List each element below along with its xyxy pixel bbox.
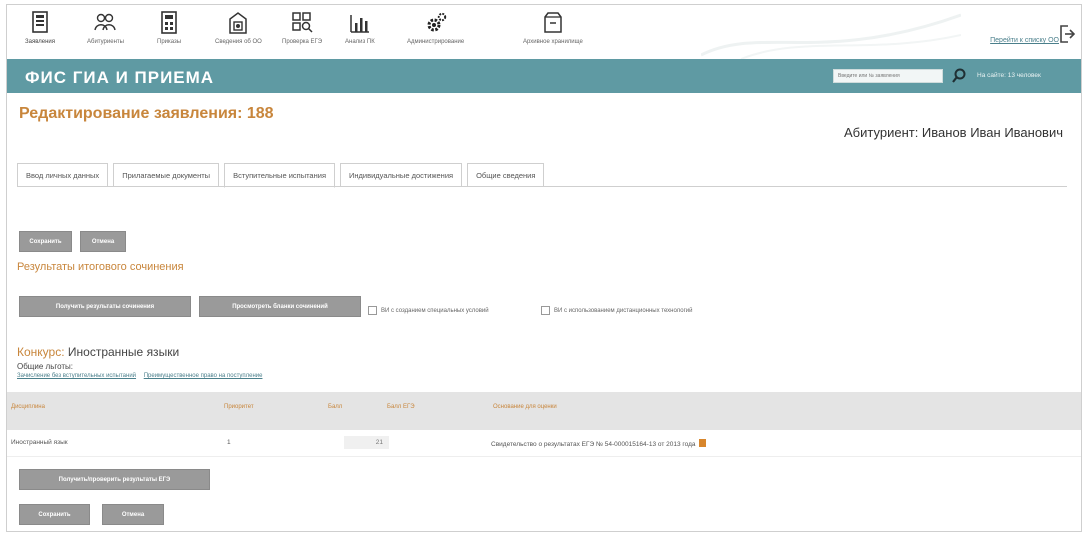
checkbox-box[interactable]	[541, 306, 550, 315]
discipline-cell: Иностранный язык	[11, 439, 68, 446]
tabs-divider	[17, 186, 1067, 187]
grid-search-icon	[292, 12, 313, 33]
applicant-name: Абитуриент: Иванов Иван Иванович	[844, 125, 1063, 140]
privilege-links: Зачисление без вступительных испытаний П…	[17, 373, 268, 379]
tab-entrance-exams[interactable]: Вступительные испытания	[224, 163, 336, 188]
checkbox-label: ВИ с использованием дистанционных технол…	[554, 307, 693, 314]
nav-item-ege-check[interactable]: Проверка ЕГЭ	[282, 11, 322, 45]
column-header[interactable]: Дисциплина	[11, 404, 45, 410]
nav-label: Сведения об ОО	[215, 39, 262, 45]
view-essay-forms-button[interactable]: Просмотреть бланки сочинений	[199, 296, 361, 317]
nav-label: Абитуриенты	[87, 39, 124, 45]
get-essay-results-button[interactable]: Получить результаты сочинения	[19, 296, 191, 317]
search-icon[interactable]	[951, 67, 967, 85]
remote-tech-checkbox[interactable]: ВИ с использованием дистанционных технол…	[541, 306, 692, 315]
contest-prefix: Конкурс:	[17, 345, 65, 359]
contest-name: Иностранные языки	[67, 345, 180, 359]
common-privileges-label: Общие льготы:	[17, 362, 74, 371]
special-conditions-checkbox[interactable]: ВИ с созданием специальных условий	[368, 306, 489, 315]
document-list-icon	[32, 11, 48, 33]
switch-oo-link[interactable]: Перейти к списку ОО	[990, 37, 1059, 44]
tab-bar: Ввод личных данных Прилагаемые документы…	[17, 163, 549, 188]
online-users-count: На сайте: 13 человек	[977, 72, 1041, 79]
page-title: Редактирование заявления: 188	[19, 105, 274, 122]
nav-item-admin[interactable]: Администрирование	[407, 11, 464, 45]
top-nav: Заявления Абитуриенты Приказы Сведения о…	[7, 5, 1081, 59]
nav-item-oo-info[interactable]: Сведения об ОО	[215, 11, 262, 45]
nav-label: Архивное хранилище	[523, 39, 583, 45]
nav-item-applicants[interactable]: Абитуриенты	[87, 11, 124, 45]
nav-item-applications[interactable]: Заявления	[25, 11, 55, 45]
basis-cell: Свидетельство о результатах ЕГЭ № 54-000…	[491, 439, 706, 448]
contest-title: Конкурс: Иностранные языки	[17, 345, 179, 359]
basis-text[interactable]: Свидетельство о результатах ЕГЭ № 54-000…	[491, 441, 696, 448]
column-header[interactable]: Основание для оценки	[493, 404, 557, 410]
get-check-ege-button[interactable]: Получить/проверить результаты ЕГЭ	[19, 469, 210, 490]
nav-item-orders[interactable]: Приказы	[157, 11, 181, 45]
nav-item-archive[interactable]: Архивное хранилище	[523, 11, 583, 45]
table-header: Дисциплина Приоритет Балл Балл ЕГЭ Основ…	[7, 392, 1081, 430]
privilege-link-priority-right[interactable]: Преимущественное право на поступление	[144, 373, 263, 379]
nav-label: Администрирование	[407, 39, 465, 45]
cancel-button[interactable]: Отмена	[102, 504, 164, 525]
nav-label: Анализ ПК	[345, 39, 375, 45]
logout-icon[interactable]	[1059, 25, 1075, 43]
people-icon	[94, 13, 117, 31]
nav-item-pk-analysis[interactable]: Анализ ПК	[345, 11, 375, 45]
tab-personal-data[interactable]: Ввод личных данных	[17, 163, 109, 187]
checkbox-label: ВИ с созданием специальных условий	[381, 307, 489, 314]
delete-icon[interactable]	[698, 439, 706, 447]
column-header[interactable]: Балл ЕГЭ	[387, 404, 415, 410]
priority-cell: 1	[227, 439, 231, 446]
calculator-icon	[161, 11, 177, 34]
cancel-button[interactable]: Отмена	[80, 231, 126, 252]
gears-icon	[427, 12, 446, 32]
search-input[interactable]	[833, 69, 943, 83]
column-header[interactable]: Приоритет	[224, 404, 254, 410]
tab-general-info[interactable]: Общие сведения	[467, 163, 545, 187]
decorative-swirl	[701, 13, 961, 59]
column-header[interactable]: Балл	[328, 404, 342, 410]
tab-achievements[interactable]: Индивидуальные достижения	[340, 163, 463, 187]
checkbox-box[interactable]	[368, 306, 377, 315]
bar-chart-icon	[350, 15, 369, 33]
app-window: Заявления Абитуриенты Приказы Сведения о…	[6, 4, 1082, 532]
score-input[interactable]: 21	[344, 436, 389, 449]
tab-attached-documents[interactable]: Прилагаемые документы	[113, 163, 220, 187]
save-button[interactable]: Сохранить	[19, 231, 72, 252]
brand-title: ФИС ГИА И ПРИЕМА	[25, 68, 215, 87]
essay-section-title: Результаты итогового сочинения	[17, 261, 184, 273]
save-button[interactable]: Сохранить	[19, 504, 90, 525]
archive-icon	[544, 12, 562, 33]
header-banner: ФИС ГИА И ПРИЕМА На сайте: 13 человек	[7, 59, 1081, 93]
privilege-link-no-exams[interactable]: Зачисление без вступительных испытаний	[17, 373, 136, 379]
nav-label: Заявления	[25, 39, 56, 45]
nav-label: Приказы	[157, 39, 182, 45]
nav-label: Проверка ЕГЭ	[282, 39, 323, 45]
table-row: Иностранный язык 1 21 Свидетельство о ре…	[7, 430, 1081, 457]
building-doc-icon	[229, 12, 248, 34]
